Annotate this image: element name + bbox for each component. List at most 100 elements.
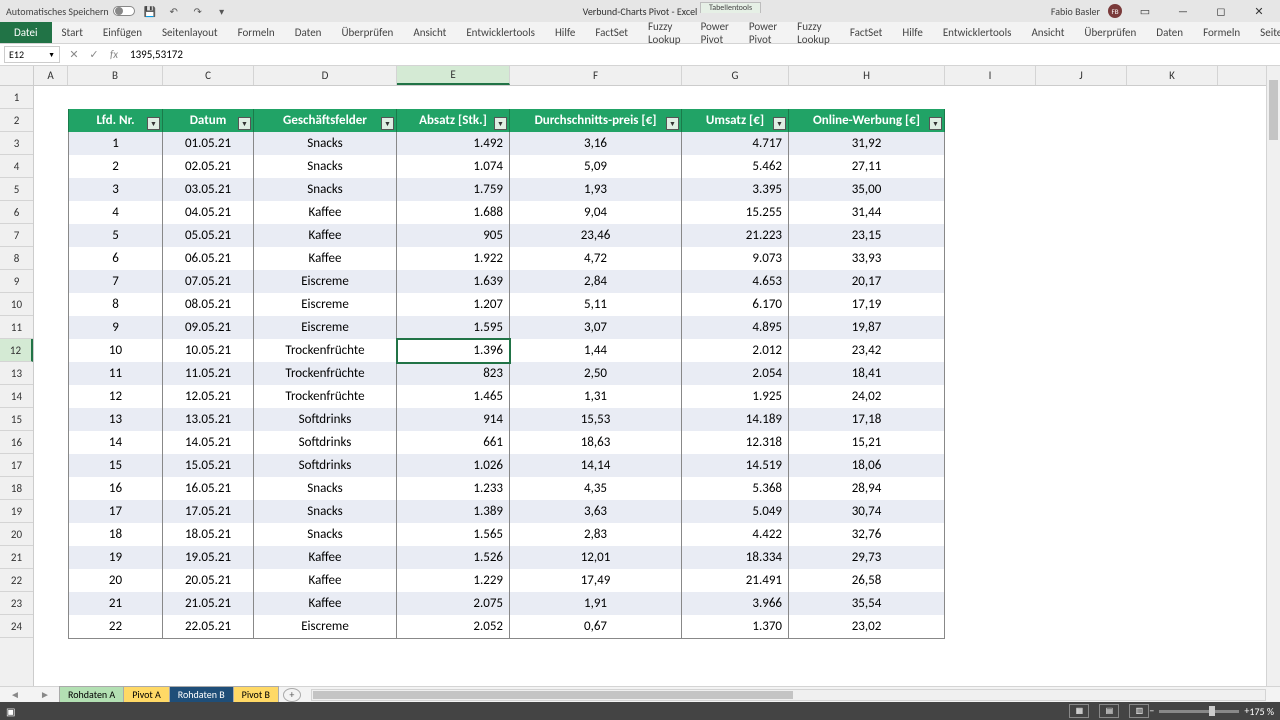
cell[interactable]: 17.05.21 <box>163 500 254 524</box>
select-all-corner[interactable] <box>0 66 34 86</box>
file-tab[interactable]: Datei <box>0 22 52 43</box>
cell[interactable]: Kaffee <box>254 592 397 616</box>
cell[interactable]: 661 <box>397 431 510 455</box>
maximize-icon[interactable]: ◻ <box>1206 1 1236 21</box>
cell[interactable]: 19,87 <box>789 316 945 340</box>
row-header-11[interactable]: 11 <box>0 316 33 339</box>
cell[interactable]: 18,41 <box>789 362 945 386</box>
cell[interactable]: Eiscreme <box>254 293 397 317</box>
filter-icon[interactable]: ▼ <box>929 117 942 130</box>
add-sheet-button[interactable]: + <box>283 688 301 702</box>
cells-area[interactable]: Lfd. Nr.▼Datum▼Geschäftsfelder▼Absatz [S… <box>34 86 1266 686</box>
cell[interactable]: 2,83 <box>510 523 682 547</box>
cell[interactable]: 14.189 <box>682 408 789 432</box>
cell[interactable]: 9 <box>68 316 163 340</box>
cell[interactable]: 4.717 <box>682 132 789 156</box>
cell[interactable]: 4 <box>68 201 163 225</box>
cell[interactable]: 19.05.21 <box>163 546 254 570</box>
cell[interactable]: 13 <box>68 408 163 432</box>
cell[interactable]: 4,35 <box>510 477 682 501</box>
cell[interactable]: Snacks <box>254 178 397 202</box>
cell[interactable]: 1.565 <box>397 523 510 547</box>
confirm-formula-icon[interactable]: ✓ <box>84 48 104 61</box>
table-header[interactable]: Online-Werbung [€]▼ <box>789 109 945 133</box>
row-header-4[interactable]: 4 <box>0 155 33 178</box>
cell[interactable]: 2.052 <box>397 615 510 639</box>
cell[interactable]: 04.05.21 <box>163 201 254 225</box>
cell[interactable]: 8 <box>68 293 163 317</box>
table-header[interactable]: Absatz [Stk.]▼ <box>397 109 510 133</box>
table-header[interactable]: Datum▼ <box>163 109 254 133</box>
tab-formeln[interactable]: Formeln <box>1193 22 1250 43</box>
tab-hilfe[interactable]: Hilfe <box>545 22 585 43</box>
cell[interactable]: 6.170 <box>682 293 789 317</box>
cell[interactable]: 05.05.21 <box>163 224 254 248</box>
cell[interactable]: Snacks <box>254 155 397 179</box>
row-header-10[interactable]: 10 <box>0 293 33 316</box>
filter-icon[interactable]: ▼ <box>773 117 786 130</box>
tab-überprüfen[interactable]: Überprüfen <box>331 22 403 43</box>
cell[interactable]: 26,58 <box>789 569 945 593</box>
cancel-formula-icon[interactable]: ✕ <box>64 48 84 61</box>
tab-überprüfen[interactable]: Überprüfen <box>1074 22 1146 43</box>
col-header-F[interactable]: F <box>510 66 682 85</box>
row-header-15[interactable]: 15 <box>0 408 33 431</box>
cell[interactable]: 01.05.21 <box>163 132 254 156</box>
cell[interactable]: 2 <box>68 155 163 179</box>
cell[interactable]: 2.012 <box>682 339 789 363</box>
cell[interactable]: 23,02 <box>789 615 945 639</box>
sheet-tab-pivot-b[interactable]: Pivot B <box>233 686 279 703</box>
cell[interactable]: 16 <box>68 477 163 501</box>
cell[interactable]: 22 <box>68 615 163 639</box>
sheet-nav[interactable]: ◄► <box>0 688 60 701</box>
sheet-tab-rohdaten-b[interactable]: Rohdaten B <box>169 686 234 704</box>
cell[interactable]: 13.05.21 <box>163 408 254 432</box>
save-icon[interactable]: 💾 <box>141 2 159 20</box>
col-header-D[interactable]: D <box>254 66 397 85</box>
row-header-19[interactable]: 19 <box>0 500 33 523</box>
cell[interactable]: 11.05.21 <box>163 362 254 386</box>
cell[interactable]: 5,09 <box>510 155 682 179</box>
cell[interactable]: Kaffee <box>254 201 397 225</box>
cell[interactable]: 914 <box>397 408 510 432</box>
row-header-18[interactable]: 18 <box>0 477 33 500</box>
cell[interactable]: 23,42 <box>789 339 945 363</box>
cell[interactable]: Snacks <box>254 477 397 501</box>
cell[interactable]: 10 <box>68 339 163 363</box>
cell[interactable]: 3.966 <box>682 592 789 616</box>
cell[interactable]: Snacks <box>254 132 397 156</box>
col-header-G[interactable]: G <box>682 66 789 85</box>
tab-formeln[interactable]: Formeln <box>228 22 285 43</box>
cell[interactable]: 3.395 <box>682 178 789 202</box>
cell[interactable]: Snacks <box>254 523 397 547</box>
cell[interactable]: 2.054 <box>682 362 789 386</box>
cell[interactable]: 21 <box>68 592 163 616</box>
fx-icon[interactable]: fx <box>104 48 124 61</box>
cell[interactable]: 4.653 <box>682 270 789 294</box>
scroll-thumb[interactable] <box>1269 80 1278 140</box>
cell[interactable]: Eiscreme <box>254 615 397 639</box>
cell[interactable]: 06.05.21 <box>163 247 254 271</box>
undo-icon[interactable]: ↶ <box>165 2 183 20</box>
qat-customize-icon[interactable]: ▾ <box>213 2 231 20</box>
cell[interactable]: 1.925 <box>682 385 789 409</box>
cell[interactable]: 6 <box>68 247 163 271</box>
tab-seitenlayout[interactable]: Seitenlayout <box>1250 22 1280 43</box>
row-header-17[interactable]: 17 <box>0 454 33 477</box>
cell[interactable]: Kaffee <box>254 569 397 593</box>
table-header[interactable]: Umsatz [€]▼ <box>682 109 789 133</box>
cell[interactable]: 12.05.21 <box>163 385 254 409</box>
tab-start[interactable]: Start <box>52 22 93 43</box>
filter-icon[interactable]: ▼ <box>147 117 160 130</box>
cell[interactable]: 17,19 <box>789 293 945 317</box>
cell[interactable]: 7 <box>68 270 163 294</box>
redo-icon[interactable]: ↷ <box>189 2 207 20</box>
cell[interactable]: 12 <box>68 385 163 409</box>
cell[interactable]: Eiscreme <box>254 316 397 340</box>
close-icon[interactable]: ✕ <box>1244 1 1274 21</box>
row-header-21[interactable]: 21 <box>0 546 33 569</box>
formula-input[interactable]: 1395,53172 <box>124 48 1280 61</box>
col-header-B[interactable]: B <box>68 66 163 85</box>
table-header[interactable]: Geschäftsfelder▼ <box>254 109 397 133</box>
hscroll-thumb[interactable] <box>313 691 793 699</box>
